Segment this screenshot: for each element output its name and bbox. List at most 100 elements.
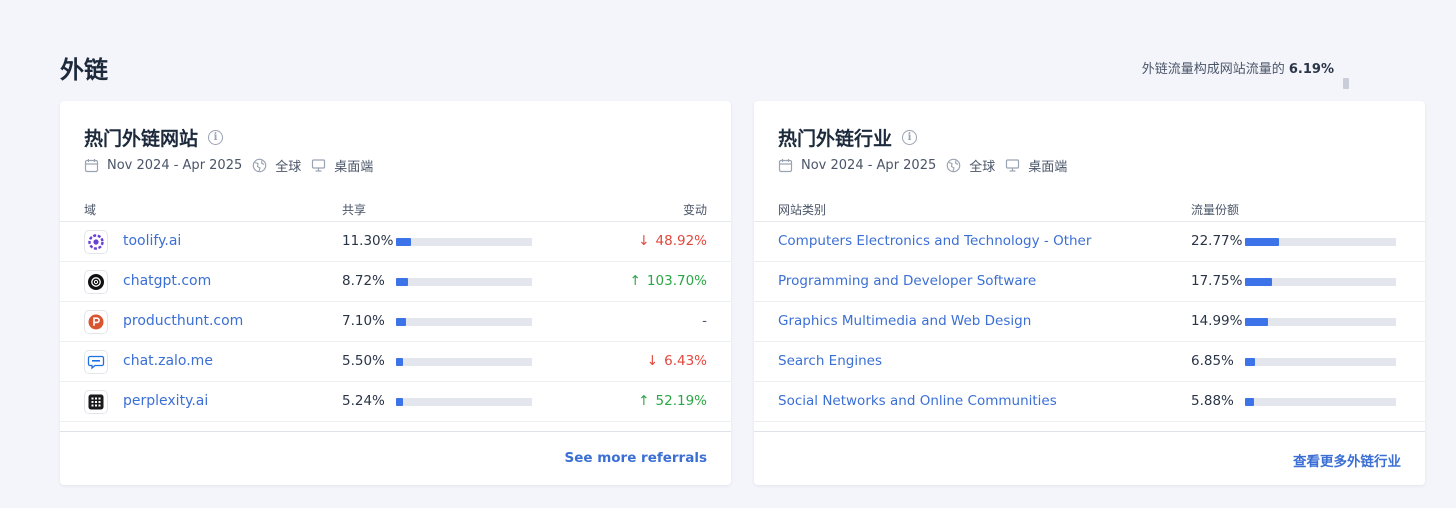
change-value: -	[702, 313, 707, 329]
summary-indicator	[1343, 78, 1349, 89]
share-value: 7.10%	[342, 313, 385, 329]
desktop-icon	[1006, 159, 1020, 172]
domain-link[interactable]: producthunt.com	[123, 313, 243, 329]
column-header-category[interactable]: 网站类别	[778, 201, 826, 218]
change-value: ↑ 52.19%	[638, 393, 707, 409]
domain-link[interactable]: perplexity.ai	[123, 393, 208, 409]
globe-icon	[252, 158, 267, 173]
share-bar-fill	[396, 318, 406, 326]
traffic-share-bar-fill	[1245, 278, 1272, 286]
top-industries-title: 热门外链行业 i	[778, 124, 918, 151]
info-icon[interactable]: i	[208, 130, 224, 145]
top-industries-card: 热门外链行业 i Nov 2024 - Apr 2025 全球 桌面端 网站类别…	[754, 101, 1425, 485]
share-value: 5.50%	[342, 353, 385, 369]
column-header-share[interactable]: 共享	[342, 201, 366, 218]
change-text: 103.70%	[646, 273, 707, 289]
traffic-share-value: 17.75%	[1191, 273, 1243, 289]
referral-traffic-summary: 外链流量构成网站流量的 6.19%	[1142, 58, 1334, 77]
traffic-share-bar	[1245, 358, 1396, 366]
zalo-icon	[84, 350, 108, 374]
table-row[interactable]: chat.zalo.me 5.50% ↓ 6.43%	[60, 342, 731, 382]
table-row[interactable]: Computers Electronics and Technology - O…	[754, 222, 1425, 262]
share-value: 11.30%	[342, 233, 394, 249]
category-link[interactable]: Graphics Multimedia and Web Design	[778, 313, 1031, 329]
traffic-share-value: 22.77%	[1191, 233, 1243, 249]
traffic-share-bar	[1245, 238, 1396, 246]
table-row[interactable]: Social Networks and Online Communities 5.…	[754, 382, 1425, 422]
traffic-share-bar	[1245, 398, 1396, 406]
info-icon[interactable]: i	[902, 130, 918, 145]
change-text: 48.92%	[655, 233, 707, 249]
section-title: 外链	[60, 56, 108, 84]
producthunt-icon	[84, 310, 108, 334]
domain-link[interactable]: chatgpt.com	[123, 273, 211, 289]
region: 全球	[275, 160, 302, 175]
footer-divider	[60, 431, 731, 432]
traffic-share-bar	[1245, 278, 1396, 286]
filter-meta: Nov 2024 - Apr 2025 全球 桌面端	[778, 156, 1067, 175]
table-row[interactable]: Programming and Developer Software 17.75%	[754, 262, 1425, 302]
share-value: 5.24%	[342, 393, 385, 409]
change-value: ↑ 103.70%	[630, 273, 707, 289]
share-bar	[396, 238, 532, 246]
globe-icon	[946, 158, 961, 173]
see-more-industries-link[interactable]: 查看更多外链行业	[1293, 450, 1401, 470]
share-bar	[396, 278, 532, 286]
share-bar-fill	[396, 278, 408, 286]
table-row[interactable]: producthunt.com 7.10% -	[60, 302, 731, 342]
arrow-down-icon: ↓	[646, 353, 659, 369]
change-value: ↓ 6.43%	[647, 353, 707, 369]
table-row[interactable]: Graphics Multimedia and Web Design 14.99%	[754, 302, 1425, 342]
traffic-share-value: 5.88%	[1191, 393, 1234, 409]
see-more-referrals-link[interactable]: See more referrals	[564, 450, 707, 466]
change-text: 6.43%	[664, 353, 707, 369]
toolify-icon	[84, 230, 108, 254]
share-bar	[396, 398, 532, 406]
calendar-icon	[84, 159, 99, 173]
category-link[interactable]: Social Networks and Online Communities	[778, 393, 1057, 409]
traffic-share-bar	[1245, 318, 1396, 326]
card-title-text: 热门外链网站	[84, 128, 199, 150]
change-text: 52.19%	[655, 393, 707, 409]
change-value: ↓ 48.92%	[638, 233, 707, 249]
date-range: Nov 2024 - Apr 2025	[107, 158, 243, 173]
traffic-share-bar-fill	[1245, 238, 1280, 246]
share-bar-fill	[396, 238, 412, 246]
top-referrals-title: 热门外链网站 i	[84, 124, 224, 151]
device: 桌面端	[1028, 160, 1068, 175]
calendar-icon	[778, 159, 793, 173]
arrow-up-icon: ↑	[638, 393, 650, 409]
category-link[interactable]: Programming and Developer Software	[778, 273, 1036, 289]
perplexity-icon	[84, 390, 108, 414]
summary-value: 6.19%	[1288, 62, 1334, 77]
card-title-text: 热门外链行业	[778, 128, 893, 150]
table-row[interactable]: perplexity.ai 5.24% ↑ 52.19%	[60, 382, 731, 422]
category-link[interactable]: Search Engines	[778, 353, 882, 369]
change-text: -	[702, 313, 707, 329]
chatgpt-icon	[84, 270, 108, 294]
table-row[interactable]: toolify.ai 11.30% ↓ 48.92%	[60, 222, 731, 262]
category-link[interactable]: Computers Electronics and Technology - O…	[778, 233, 1091, 249]
column-header-change[interactable]: 变动	[683, 201, 707, 218]
share-bar-fill	[396, 358, 404, 366]
date-range: Nov 2024 - Apr 2025	[801, 158, 937, 173]
traffic-share-bar-fill	[1245, 318, 1268, 326]
traffic-share-value: 14.99%	[1191, 313, 1243, 329]
footer-divider	[754, 431, 1425, 432]
device: 桌面端	[334, 160, 374, 175]
share-value: 8.72%	[342, 273, 385, 289]
column-header-traffic-share[interactable]: 流量份额	[1191, 201, 1239, 218]
desktop-icon	[312, 159, 326, 172]
table-row[interactable]: Search Engines 6.85%	[754, 342, 1425, 382]
domain-link[interactable]: chat.zalo.me	[123, 353, 213, 369]
arrow-down-icon: ↓	[638, 233, 650, 249]
filter-meta: Nov 2024 - Apr 2025 全球 桌面端	[84, 156, 373, 175]
region: 全球	[969, 160, 996, 175]
domain-link[interactable]: toolify.ai	[123, 233, 181, 249]
share-bar-fill	[396, 398, 404, 406]
arrow-up-icon: ↑	[629, 273, 641, 289]
traffic-share-bar-fill	[1245, 358, 1256, 366]
column-header-domain[interactable]: 域	[84, 201, 96, 218]
table-row[interactable]: chatgpt.com 8.72% ↑ 103.70%	[60, 262, 731, 302]
share-bar	[396, 358, 532, 366]
